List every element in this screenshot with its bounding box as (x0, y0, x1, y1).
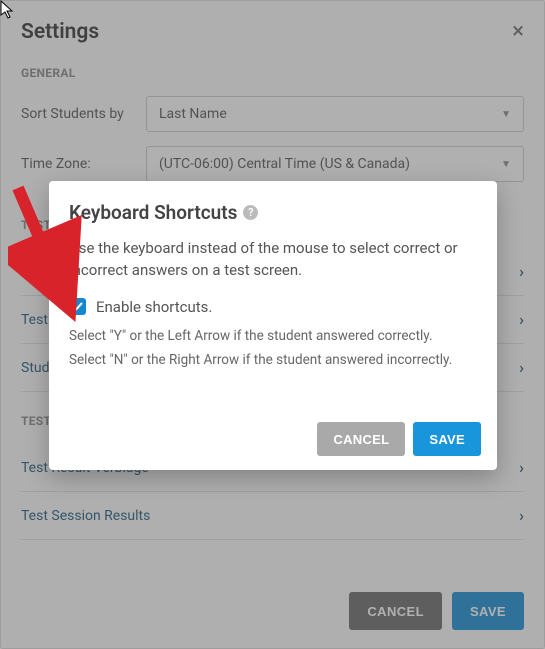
instruction-incorrect: Select "N" or the Right Arrow if the stu… (69, 352, 477, 368)
help-icon[interactable]: ? (243, 205, 258, 220)
instruction-correct: Select "Y" or the Left Arrow if the stud… (69, 328, 477, 344)
enable-shortcuts-checkbox[interactable] (69, 298, 86, 315)
checkmark-icon (72, 301, 83, 312)
enable-shortcuts-label: Enable shortcuts. (96, 298, 212, 316)
modal-cancel-button[interactable]: CANCEL (317, 422, 405, 456)
keyboard-shortcuts-modal: Keyboard Shortcuts ? Use the keyboard in… (49, 181, 497, 470)
modal-title: Keyboard Shortcuts ? (69, 201, 477, 224)
modal-description: Use the keyboard instead of the mouse to… (69, 238, 477, 282)
modal-title-text: Keyboard Shortcuts (69, 201, 237, 224)
modal-save-button[interactable]: SAVE (413, 422, 481, 456)
